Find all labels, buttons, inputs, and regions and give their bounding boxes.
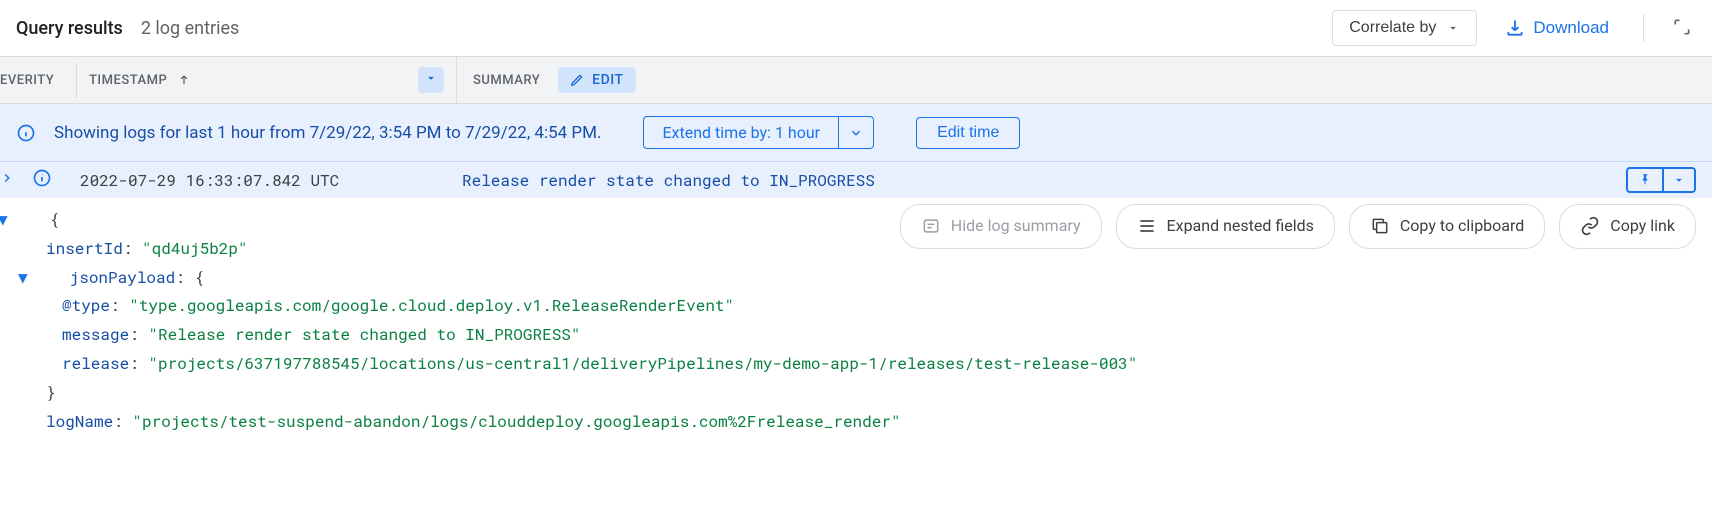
pencil-icon: [570, 73, 584, 87]
json-line: logName: "projects/test-suspend-abandon/…: [10, 408, 1712, 437]
copy-link-label: Copy link: [1610, 212, 1675, 241]
column-header-row: EVERITY TIMESTAMP SUMMARY EDIT: [0, 56, 1712, 104]
caret-down-icon: [424, 71, 438, 85]
json-key: message: [62, 324, 129, 345]
json-key: logName: [46, 411, 113, 432]
download-button[interactable]: Download: [1495, 10, 1619, 46]
edit-label: EDIT: [592, 72, 623, 88]
expand-icon: [1672, 17, 1692, 37]
json-key: insertId: [46, 238, 123, 259]
correlate-label: Correlate by: [1349, 19, 1436, 37]
expand-nested-label: Expand nested fields: [1167, 212, 1314, 241]
json-line: }: [10, 379, 1712, 408]
list-icon: [1137, 216, 1157, 236]
summary-icon: [921, 216, 941, 236]
extend-time-dropdown[interactable]: [838, 117, 873, 148]
arrow-up-icon: [177, 73, 191, 87]
entry-count: 2 log entries: [141, 18, 239, 39]
log-json-body: Hide log summary Expand nested fields Co…: [0, 198, 1712, 444]
expand-button[interactable]: [1668, 13, 1696, 44]
json-line: release: "projects/637197788545/location…: [10, 350, 1712, 379]
timestamp-label: TIMESTAMP: [89, 73, 167, 88]
log-timestamp: 2022-07-29 16:33:07.842 UTC: [68, 170, 448, 191]
pin-button[interactable]: [1628, 169, 1662, 191]
copy-clipboard-button[interactable]: Copy to clipboard: [1349, 204, 1545, 249]
pin-split-button: [1626, 167, 1696, 193]
json-value: "qd4uj5b2p": [142, 238, 248, 259]
json-value: "projects/test-suspend-abandon/logs/clou…: [132, 411, 900, 432]
caret-down-icon: [1672, 173, 1686, 187]
expand-arrow-icon[interactable]: [0, 171, 16, 189]
correlate-by-button[interactable]: Correlate by: [1332, 10, 1477, 46]
time-range-text: Showing logs for last 1 hour from 7/29/2…: [54, 123, 601, 143]
json-key: jsonPayload: [70, 267, 176, 288]
chevron-right-icon: [0, 171, 14, 185]
page-title: Query results: [16, 18, 123, 39]
download-label: Download: [1533, 18, 1609, 38]
time-range-info-bar: Showing logs for last 1 hour from 7/29/2…: [0, 104, 1712, 161]
divider: [1643, 14, 1644, 42]
json-value: "Release render state changed to IN_PROG…: [148, 324, 580, 345]
edit-summary-button[interactable]: EDIT: [558, 67, 635, 93]
json-brace: {: [50, 209, 60, 230]
copy-icon: [1370, 216, 1390, 236]
timestamp-dropdown[interactable]: [418, 67, 444, 93]
download-icon: [1505, 18, 1525, 38]
results-header: Query results 2 log entries Correlate by…: [0, 0, 1712, 56]
json-value: "type.googleapis.com/google.cloud.deploy…: [129, 295, 734, 316]
col-header-severity[interactable]: EVERITY: [0, 63, 77, 98]
json-line: ▼ jsonPayload: {: [10, 264, 1712, 293]
json-key: @type: [62, 295, 110, 316]
col-header-timestamp[interactable]: TIMESTAMP: [77, 57, 457, 103]
edit-time-button[interactable]: Edit time: [916, 117, 1020, 149]
caret-down-icon: [1446, 21, 1460, 35]
severity-info-icon[interactable]: [30, 168, 54, 192]
extend-time-label: Extend time by: 1 hour: [662, 123, 820, 142]
json-brace: }: [46, 382, 56, 403]
pin-icon: [1638, 173, 1652, 187]
info-icon: [32, 168, 52, 188]
extend-time-button[interactable]: Extend time by: 1 hour: [644, 117, 838, 148]
copy-clipboard-label: Copy to clipboard: [1400, 212, 1524, 241]
json-line: @type: "type.googleapis.com/google.cloud…: [10, 292, 1712, 321]
json-value: "projects/637197788545/locations/us-cent…: [148, 353, 1137, 374]
log-entry-row[interactable]: 2022-07-29 16:33:07.842 UTC Release rend…: [0, 161, 1712, 198]
expand-nested-button[interactable]: Expand nested fields: [1116, 204, 1335, 249]
link-icon: [1580, 216, 1600, 236]
pin-dropdown[interactable]: [1662, 169, 1694, 191]
col-header-summary: SUMMARY EDIT: [457, 57, 652, 103]
json-brace: {: [194, 267, 204, 288]
collapse-caret[interactable]: ▼: [46, 264, 60, 293]
summary-label: SUMMARY: [473, 73, 540, 88]
hide-summary-label: Hide log summary: [951, 212, 1081, 241]
json-line: message: "Release render state changed t…: [10, 321, 1712, 350]
hide-log-summary-button: Hide log summary: [900, 204, 1102, 249]
copy-link-button[interactable]: Copy link: [1559, 204, 1696, 249]
extend-time-split-button: Extend time by: 1 hour: [643, 116, 874, 149]
info-icon: [16, 123, 36, 143]
json-action-bar: Hide log summary Expand nested fields Co…: [900, 204, 1696, 249]
chevron-down-icon: [849, 126, 863, 140]
collapse-caret[interactable]: ▼: [26, 206, 40, 235]
json-key: release: [62, 353, 129, 374]
log-summary-text: Release render state changed to IN_PROGR…: [462, 170, 1612, 191]
